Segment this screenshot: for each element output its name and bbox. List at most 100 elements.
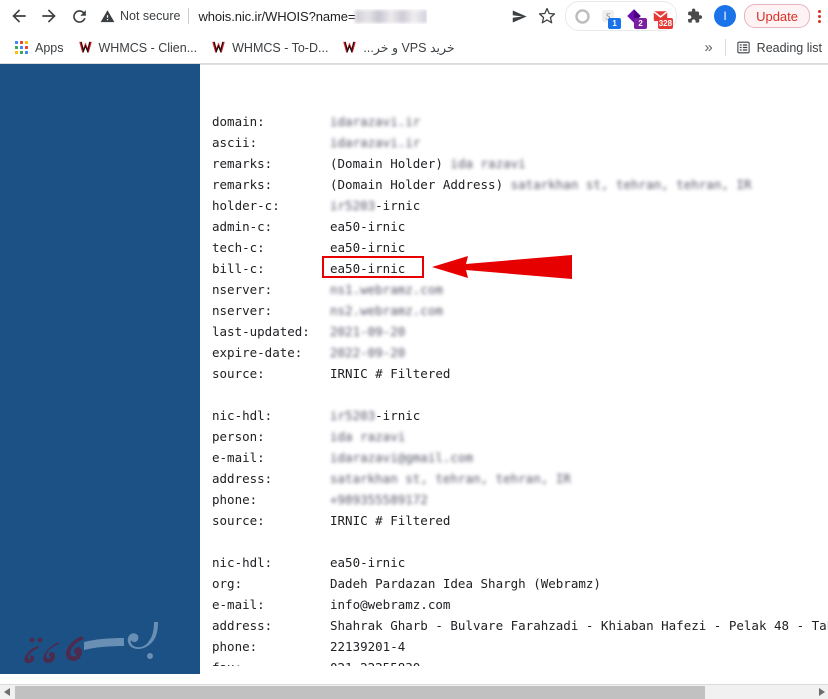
whois-field-value: 021-22255830 <box>330 660 420 666</box>
whois-row: remarks:(Domain Holder Address) satarkha… <box>212 174 828 195</box>
url-text[interactable]: whois.nic.ir/WHOIS?name= <box>198 9 427 24</box>
avatar-letter: I <box>723 9 726 23</box>
scroll-right-arrow[interactable] <box>813 685 828 699</box>
circle-icon <box>574 8 591 25</box>
extensions-menu-button[interactable] <box>680 2 708 30</box>
bookmark-item-whmcs-todo[interactable]: WHMCS - To-D... <box>204 37 335 58</box>
bookmark-item-vps[interactable]: خرید VPS و خر... <box>335 37 461 58</box>
whois-blank-row <box>212 90 828 111</box>
reading-list-button[interactable]: Reading list <box>730 37 828 58</box>
back-button[interactable] <box>4 1 34 31</box>
whois-row: nserver:ns2.webramz.com <box>212 300 828 321</box>
whois-row: address:satarkhan st, tehran, tehran, IR <box>212 468 828 489</box>
browser-chrome: Not secure whois.nic.ir/WHOIS?name= <box>0 0 828 64</box>
whois-field-value: ea50-irnic <box>330 555 405 570</box>
whois-row: last-updated:2021-09-20 <box>212 321 828 342</box>
whois-field-value: idarazavi.ir <box>330 114 420 129</box>
mail-extension-icon[interactable]: 328 <box>647 3 673 29</box>
whois-field-value: (Domain Holder) <box>330 156 450 171</box>
triangle-left-icon <box>4 688 12 696</box>
browser-toolbar: Not secure whois.nic.ir/WHOIS?name= <box>0 0 828 32</box>
mail-extension-badge: 328 <box>658 18 673 29</box>
s-extension-icon[interactable]: S 1 <box>595 3 621 29</box>
bookmark-item-whmcs-client[interactable]: WHMCS - Clien... <box>71 37 205 58</box>
security-indicator[interactable]: Not secure <box>100 9 188 24</box>
chrome-menu-button[interactable] <box>810 2 828 30</box>
share-button[interactable] <box>505 2 533 30</box>
whois-field-value: ida razavi <box>330 429 405 444</box>
apps-grid-icon <box>15 41 29 55</box>
whois-field-label: expire-date: <box>212 342 330 363</box>
overflow-label: » <box>704 39 712 56</box>
whois-row: holder-c:ir5203-irnic <box>212 195 828 216</box>
horizontal-scroll-thumb[interactable] <box>15 686 705 699</box>
whois-field-value: (Domain Holder Address) <box>330 177 511 192</box>
circle-extension-icon[interactable] <box>569 3 595 29</box>
whois-output: domain:idarazavi.ir ascii:idarazavi.ir rem… <box>212 69 828 666</box>
bookmark-apps-label: Apps <box>35 41 64 55</box>
bookmarks-overflow-button[interactable]: » <box>696 40 720 55</box>
reload-button[interactable] <box>64 1 94 31</box>
extensions-pill: S 1 2 328 <box>565 1 677 31</box>
url-visible-part: whois.nic.ir/WHOIS?name= <box>198 9 355 24</box>
whois-field-label: source: <box>212 363 330 384</box>
whois-field-label: e-mail: <box>212 594 330 615</box>
whois-field-value: 22139201-4 <box>330 639 405 654</box>
whmcs-icon <box>342 40 357 55</box>
whmcs-icon <box>78 40 93 55</box>
bookmarks-separator <box>725 39 726 56</box>
address-bar[interactable]: Not secure whois.nic.ir/WHOIS?name= <box>100 3 503 29</box>
triangle-right-icon <box>817 688 825 696</box>
arrow-left-icon <box>9 6 29 26</box>
forward-button[interactable] <box>34 1 64 31</box>
whois-field-value: ea50-irnic <box>330 240 405 255</box>
webramz-logo-icon <box>8 616 192 666</box>
whois-field-value: ea50-irnic <box>330 261 405 276</box>
whois-field-value: ea50-irnic <box>330 219 405 234</box>
scroll-left-arrow[interactable] <box>0 685 15 699</box>
whois-row: ascii:idarazavi.ir <box>212 132 828 153</box>
whois-row: org:Dadeh Pardazan Idea Shargh (Webramz) <box>212 573 828 594</box>
whois-row: phone:+989355589172 <box>212 489 828 510</box>
whois-field-label: nic-hdl: <box>212 405 330 426</box>
whois-row: nserver:ns1.webramz.com <box>212 279 828 300</box>
horizontal-scroll-track[interactable] <box>15 685 813 699</box>
whois-field-label: domain: <box>212 111 330 132</box>
whois-field-value: 2022-09-20 <box>330 345 405 360</box>
whois-field-label: org: <box>212 573 330 594</box>
whois-field-value: ns2.webramz.com <box>330 303 443 318</box>
bookmark-label: WHMCS - Clien... <box>99 41 198 55</box>
whois-row: source:IRNIC # Filtered <box>212 510 828 531</box>
send-arrow-icon <box>511 8 528 25</box>
whois-field-value-2: -irnic <box>375 198 420 213</box>
bookmarks-bar: Apps WHMCS - Clien... WHMCS - To-D... خر… <box>0 32 828 64</box>
profile-avatar[interactable]: I <box>714 5 736 27</box>
whois-field-label: address: <box>212 468 330 489</box>
reading-list-label: Reading list <box>757 41 822 55</box>
puzzle-piece-icon <box>685 7 703 25</box>
bookmark-star-button[interactable] <box>533 2 561 30</box>
bookmark-apps[interactable]: Apps <box>8 38 71 58</box>
whois-row: source:IRNIC # Filtered <box>212 363 828 384</box>
webramz-watermark <box>8 614 192 666</box>
whois-row: nic-hdl:ir5203-irnic <box>212 405 828 426</box>
horizontal-scrollbar[interactable] <box>0 684 828 699</box>
whois-field-label: address: <box>212 615 330 636</box>
whois-field-value: IRNIC # Filtered <box>330 513 450 528</box>
update-button[interactable]: Update <box>744 4 810 28</box>
whois-blank-row <box>212 531 828 552</box>
whois-field-label: bill-c: <box>212 258 330 279</box>
whois-field-label: phone: <box>212 489 330 510</box>
bookmark-label: خرید VPS و خر... <box>363 40 454 55</box>
whois-field-label: fax: <box>212 657 330 666</box>
whois-field-value: idarazavi@gmail.com <box>330 450 473 465</box>
whois-field-value-2: satarkhan st, tehran, tehran, IR <box>511 177 752 192</box>
whois-row: address:Shahrak Gharb - Bulvare Farahzad… <box>212 615 828 636</box>
whois-blank-row <box>212 384 828 405</box>
warning-triangle-icon <box>100 9 115 24</box>
whois-row: nic-hdl:ea50-irnic <box>212 552 828 573</box>
url-redacted-part <box>355 10 427 23</box>
whois-row: tech-c:ea50-irnic <box>212 237 828 258</box>
omnibox-divider <box>188 8 189 24</box>
diamond-extension-icon[interactable]: 2 <box>621 3 647 29</box>
